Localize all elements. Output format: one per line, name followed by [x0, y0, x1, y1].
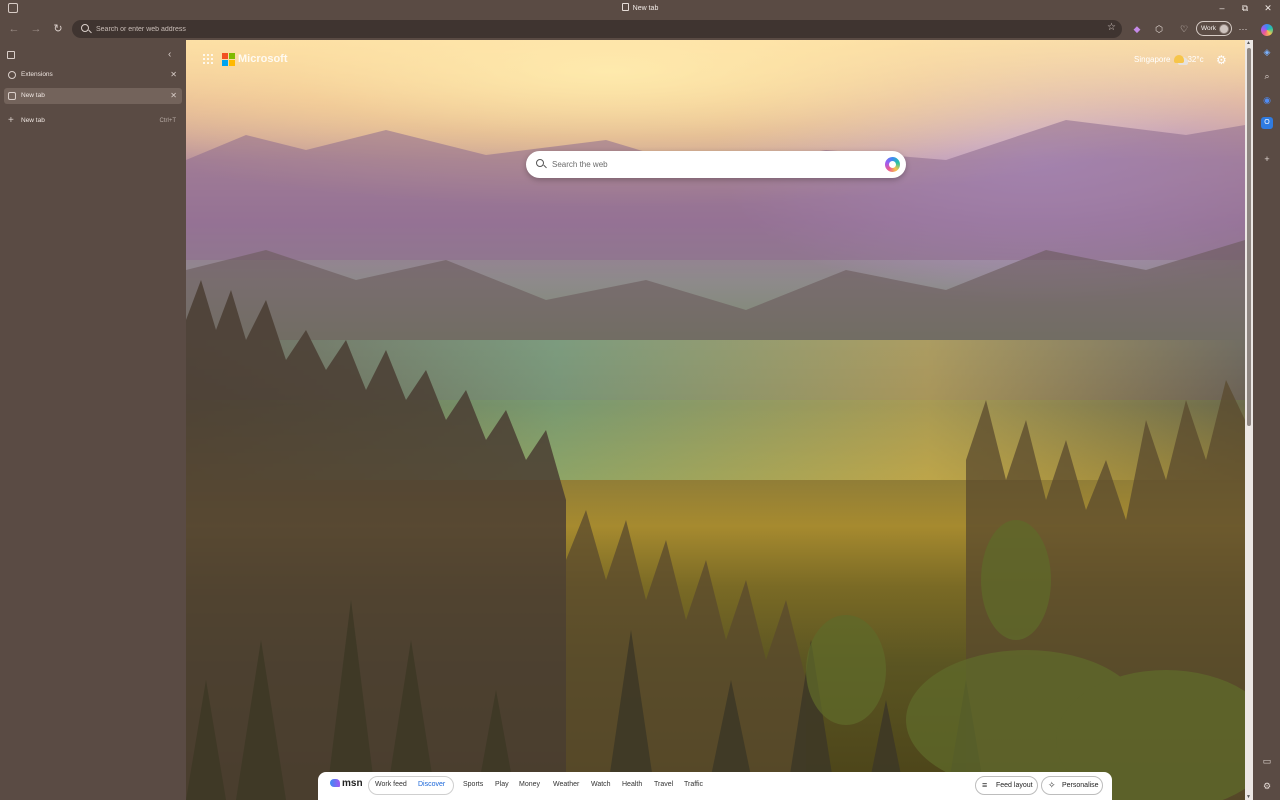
msn-butterfly-icon — [330, 779, 340, 787]
page-icon — [621, 3, 629, 11]
outlook-icon[interactable]: O — [1261, 117, 1273, 129]
window-title: New tab — [0, 3, 1280, 12]
tab-new-tab[interactable]: New tab ✕ — [4, 88, 182, 104]
address-input[interactable] — [96, 20, 1076, 38]
scroll-down-icon[interactable]: ▼ — [1246, 794, 1251, 800]
minimize-button[interactable]: – — [1210, 1, 1234, 16]
tab-work-feed[interactable]: Work feed — [375, 781, 407, 788]
scrollbar-thumb[interactable] — [1247, 48, 1251, 426]
title-bar: New tab – ⧉ ✕ — [0, 0, 1280, 18]
app-launcher-icon[interactable] — [203, 54, 213, 64]
microsoft-brand-text: Microsoft — [238, 53, 288, 65]
personalise-button[interactable]: ✧ Personalise — [1041, 776, 1103, 795]
restore-button[interactable]: ⧉ — [1233, 1, 1257, 16]
weather-city: Singapore — [1134, 55, 1171, 64]
web-search-box[interactable] — [526, 151, 906, 178]
weather-temperature: 32°c — [1187, 55, 1204, 64]
browser-toolbar: ← → ↻ ☆ ◆ ⬡ ♡ Work ⋯ — [0, 18, 1280, 40]
msn-logo-text: msn — [342, 778, 363, 789]
add-icon[interactable]: + — [1261, 153, 1273, 165]
new-tab-button[interactable]: + New tab Ctrl+T — [4, 113, 182, 129]
extensions-tab-icon — [8, 71, 16, 79]
plus-icon: + — [8, 115, 14, 126]
copilot-toolbar-icon[interactable]: ◆ — [1130, 22, 1144, 36]
collections-icon[interactable]: ◈ — [1261, 46, 1273, 58]
window-title-text: New tab — [632, 5, 659, 12]
refresh-button[interactable]: ↻ — [50, 21, 66, 37]
sliders-icon: ≡ — [982, 780, 988, 790]
tab-label: New tab — [21, 92, 45, 99]
favorite-star-icon[interactable]: ☆ — [1107, 22, 1116, 33]
new-tab-shortcut: Ctrl+T — [159, 118, 177, 124]
close-tab-icon[interactable]: ✕ — [170, 88, 177, 104]
tab-discover[interactable]: Discover — [418, 781, 445, 788]
more-options-icon[interactable]: ⋯ — [1236, 22, 1250, 36]
page-scrollbar[interactable]: ▲ ▼ — [1245, 40, 1253, 800]
screen-icon[interactable]: ▭ — [1261, 755, 1273, 767]
address-bar[interactable]: ☆ — [72, 20, 1122, 38]
profile-label: Work — [1201, 25, 1217, 32]
feed-layout-button[interactable]: ≡ Feed layout — [975, 776, 1038, 795]
msn-link-sports[interactable]: Sports — [463, 781, 483, 788]
search-icon — [536, 159, 544, 167]
feed-layout-label: Feed layout — [996, 782, 1033, 789]
tab-extensions[interactable]: Extensions ✕ — [4, 67, 182, 83]
msn-link-travel[interactable]: Travel — [654, 781, 673, 788]
extensions-icon[interactable]: ⬡ — [1152, 22, 1166, 36]
office-icon[interactable]: ◉ — [1261, 94, 1273, 106]
feed-switcher: Work feed Discover — [368, 776, 454, 795]
copilot-icon[interactable] — [885, 157, 900, 172]
close-window-button[interactable]: ✕ — [1256, 1, 1280, 16]
close-tab-icon[interactable]: ✕ — [170, 67, 177, 83]
partly-sunny-icon — [1174, 55, 1185, 63]
collapse-panel-icon[interactable]: ‹ — [168, 49, 171, 60]
msn-link-traffic[interactable]: Traffic — [684, 781, 703, 788]
msn-logo[interactable]: msn — [330, 778, 363, 789]
edge-sidebar: ◈ ⌕ ◉ O + ▭ ⚙ — [1255, 18, 1280, 800]
page-settings-icon[interactable]: ⚙ — [1216, 53, 1227, 67]
vertical-tabs-panel: ‹ Extensions ✕ New tab ✕ + New tab Ctrl+… — [0, 40, 186, 800]
search-icon — [81, 24, 89, 32]
msn-feed-bar: msn Work feed Discover Sports Play Money… — [318, 772, 1112, 800]
msn-link-play[interactable]: Play — [495, 781, 509, 788]
msn-link-watch[interactable]: Watch — [591, 781, 611, 788]
weather-widget[interactable]: Singapore 32°c — [1134, 55, 1204, 64]
new-tab-page-icon — [8, 92, 16, 100]
search-icon[interactable]: ⌕ — [1261, 70, 1273, 82]
copilot-icon[interactable] — [1261, 24, 1273, 36]
web-search-input[interactable] — [552, 151, 872, 178]
new-tab-label: New tab — [21, 117, 45, 124]
tab-actions-icon[interactable] — [7, 51, 15, 59]
msn-link-health[interactable]: Health — [622, 781, 642, 788]
msn-link-money[interactable]: Money — [519, 781, 540, 788]
sparkle-icon: ✧ — [1048, 780, 1056, 790]
browser-essentials-icon[interactable]: ♡ — [1177, 22, 1191, 36]
profile-button[interactable]: Work — [1196, 21, 1232, 36]
personalise-label: Personalise — [1062, 782, 1099, 789]
tab-label: Extensions — [21, 71, 53, 78]
msn-link-weather[interactable]: Weather — [553, 781, 579, 788]
avatar — [1219, 23, 1229, 34]
forward-button[interactable]: → — [28, 21, 44, 37]
microsoft-logo-icon — [222, 53, 235, 66]
back-button[interactable]: ← — [6, 21, 22, 37]
scroll-up-icon[interactable]: ▲ — [1246, 40, 1251, 46]
settings-icon[interactable]: ⚙ — [1261, 780, 1273, 792]
